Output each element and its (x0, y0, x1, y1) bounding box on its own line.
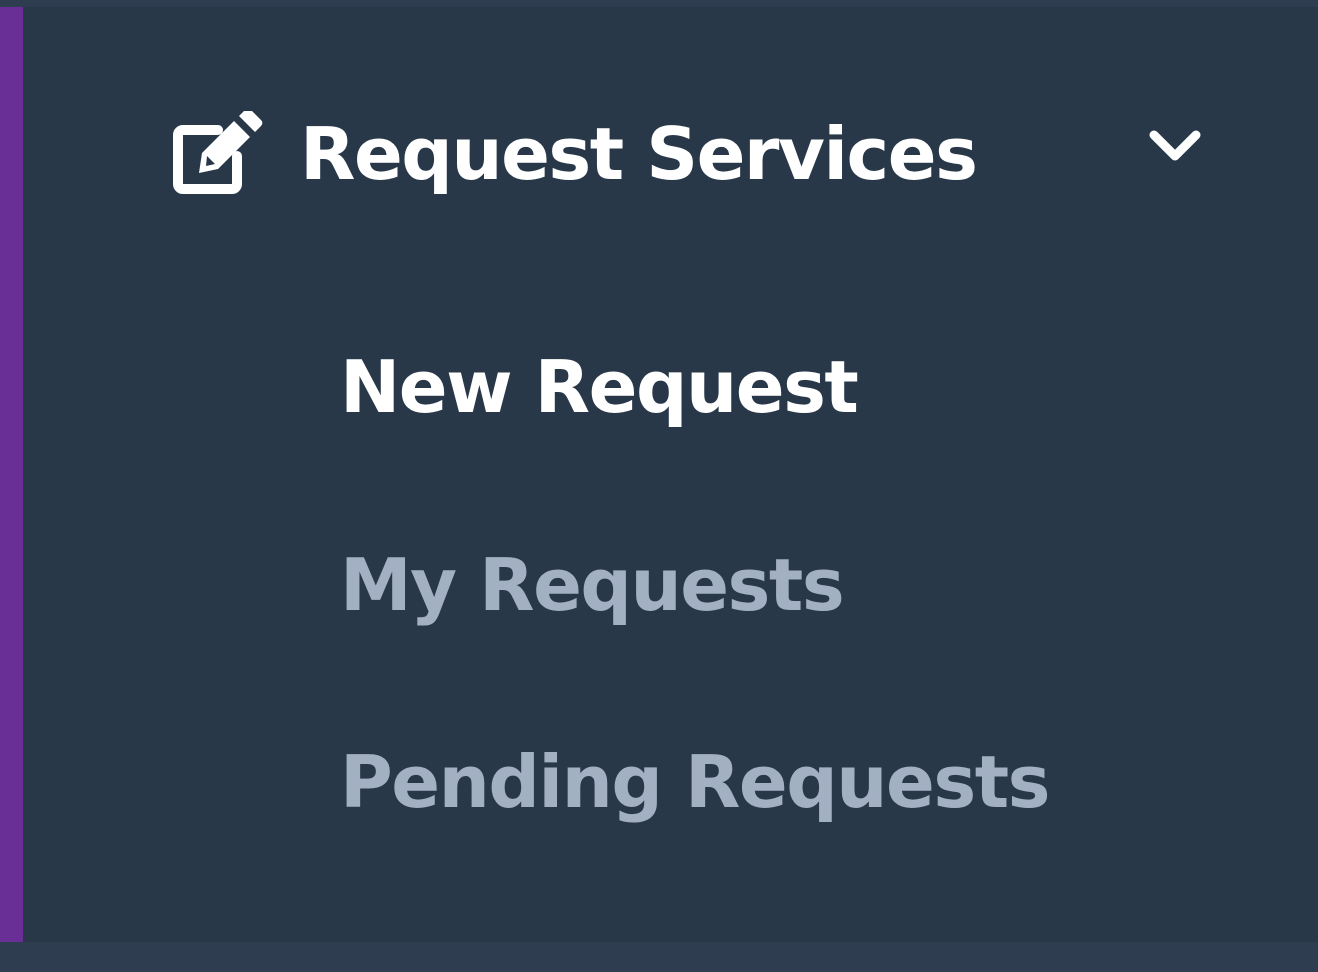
nav-item-my-requests[interactable]: My Requests (340, 542, 845, 628)
request-services-label: Request Services (300, 112, 978, 196)
chevron-down-icon[interactable] (1148, 127, 1202, 165)
sidebar-nav: Request Services New Request My Requests… (0, 7, 1318, 942)
nav-item-new-request[interactable]: New Request (340, 344, 859, 430)
nav-item-pending-requests[interactable]: Pending Requests (340, 739, 1050, 825)
app-frame: Request Services New Request My Requests… (0, 0, 1318, 972)
edit-icon (172, 108, 264, 195)
active-section-indicator (0, 7, 23, 942)
request-services-toggle[interactable]: Request Services (23, 67, 1318, 237)
